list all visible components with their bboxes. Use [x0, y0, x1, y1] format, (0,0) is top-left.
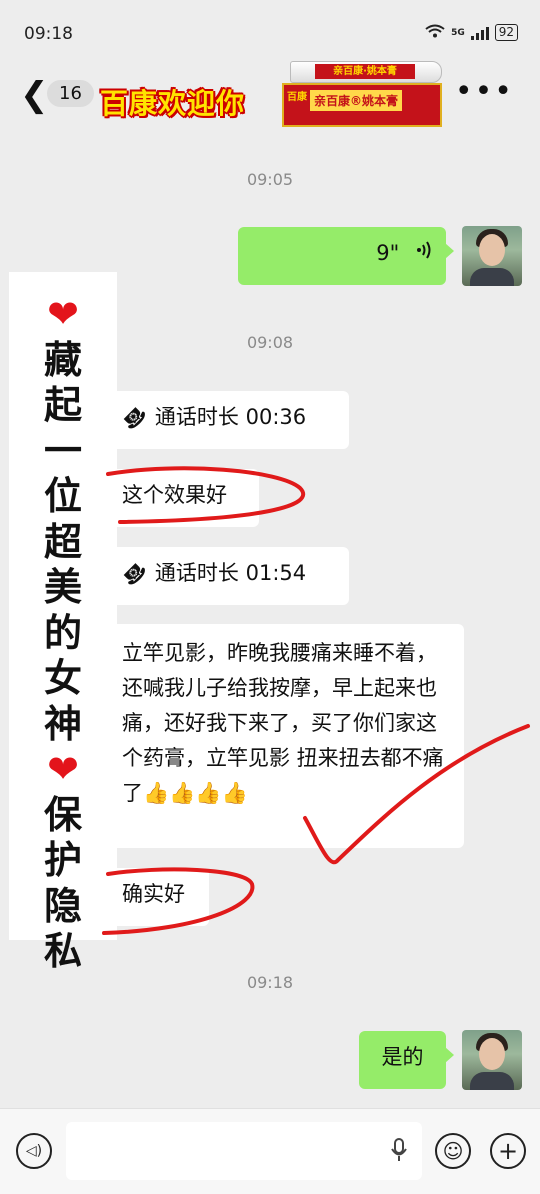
status-icons: 5G 92	[425, 24, 518, 41]
overlay-char: 一	[43, 428, 82, 473]
chat-header: ❮ 16 百康欢迎你 亲百康·姚本膏 百康 亲百康®姚本膏 •••	[0, 61, 540, 131]
heart-icon: ❤	[47, 747, 79, 791]
phone-icon: ☎	[117, 556, 152, 592]
message-bubble[interactable]: 这个效果好	[108, 469, 259, 527]
message-bubble[interactable]: 立竿见影，昨晚我腰痛来睡不着，还喊我儿子给我按摩，早上起来也痛，还好我下来了，买…	[108, 624, 464, 848]
ointment-tube: 亲百康·姚本膏	[290, 61, 442, 83]
message-bubble-sent[interactable]: 是的	[359, 1031, 454, 1089]
heart-icon: ❤	[47, 292, 79, 336]
overlay-char: 私	[43, 929, 82, 973]
overlay-char: 保	[43, 792, 82, 837]
call-duration: 通话时长 01:54	[154, 561, 307, 585]
emoji-button[interactable]: ☺	[435, 1133, 471, 1169]
message-text: 立竿见影，昨晚我腰痛来睡不着，还喊我儿子给我按摩，早上起来也痛，还好我下来了，买…	[122, 641, 444, 805]
back-icon[interactable]: ❮	[20, 78, 49, 112]
voice-wave-icon	[416, 237, 432, 269]
overlay-char: 隐	[43, 883, 82, 928]
timestamp: 09:18	[246, 973, 294, 992]
call-record-bubble[interactable]: ☎ 通话时长 01:54	[108, 547, 349, 605]
overlay-char: 美	[43, 565, 82, 609]
call-record-bubble[interactable]: ☎ 通话时长 00:36	[108, 391, 349, 449]
overlay-char: 藏	[43, 337, 82, 382]
plus-button[interactable]: +	[490, 1133, 526, 1169]
privacy-overlay: ❤ 藏起一位超美的女神 ❤ 保护隐私	[9, 272, 117, 973]
chat-title: 百康欢迎你	[100, 87, 246, 120]
timestamp: 09:05	[246, 170, 294, 189]
microphone-icon[interactable]	[390, 1138, 408, 1168]
overlay-char: 护	[43, 838, 82, 882]
unread-count-badge[interactable]: 16	[47, 80, 94, 107]
message-text: 是的	[381, 1045, 424, 1069]
overlay-char: 起	[43, 383, 82, 427]
voice-mode-button[interactable]: ◁)	[16, 1133, 52, 1169]
voice-message-bubble[interactable]: 9"	[238, 227, 454, 285]
call-duration: 通话时长 00:36	[154, 405, 307, 429]
overlay-char: 的	[43, 610, 82, 655]
overlay-char: 位	[43, 474, 82, 518]
phone-icon: ☎	[117, 400, 152, 436]
overlay-vertical-text: ❤ 藏起一位超美的女神 ❤ 保护隐私	[9, 292, 117, 975]
status-bar: 09:18 5G 92	[0, 0, 540, 64]
signal-icon	[470, 26, 489, 40]
voice-duration: 9"	[376, 241, 400, 265]
more-options-icon[interactable]: •••	[455, 74, 514, 109]
user-avatar[interactable]	[462, 226, 522, 286]
product-image: 亲百康·姚本膏 百康 亲百康®姚本膏	[282, 61, 442, 131]
network-label: 5G	[451, 27, 465, 38]
message-input[interactable]	[66, 1122, 422, 1180]
status-time: 09:18	[24, 24, 73, 44]
overlay-char: 神	[43, 701, 82, 746]
message-text: 确实好	[122, 882, 185, 906]
message-text: 这个效果好	[122, 483, 227, 507]
user-avatar[interactable]	[462, 1030, 522, 1090]
overlay-char: 超	[43, 519, 82, 564]
wifi-icon	[425, 24, 445, 41]
battery-indicator: 92	[494, 24, 518, 41]
ointment-box: 百康 亲百康®姚本膏	[282, 83, 442, 127]
message-bubble[interactable]: 确实好	[108, 868, 209, 926]
input-bar: ◁) ☺ +	[0, 1108, 540, 1194]
overlay-char: 女	[43, 656, 82, 700]
